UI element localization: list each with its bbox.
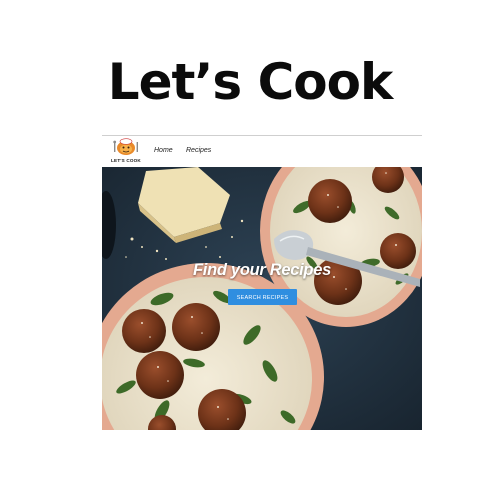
site-logo[interactable]: LET'S COOK	[108, 138, 144, 166]
website-preview: LET'S COOK Home Recipes Find your Recipe…	[102, 135, 422, 430]
hero-banner: Find your Recipes SEARCH RECIPES	[102, 167, 422, 430]
chef-logo-icon	[113, 138, 138, 155]
logo-text: LET'S COOK	[111, 158, 141, 163]
nav-recipes-link[interactable]: Recipes	[186, 147, 211, 154]
search-recipes-button[interactable]: SEARCH RECIPES	[228, 289, 297, 305]
site-navbar: LET'S COOK Home Recipes	[102, 135, 422, 168]
page-title: Let’s Cook	[107, 53, 393, 111]
nav-home-link[interactable]: Home	[154, 147, 173, 154]
hero-heading: Find your Recipes	[193, 261, 331, 279]
